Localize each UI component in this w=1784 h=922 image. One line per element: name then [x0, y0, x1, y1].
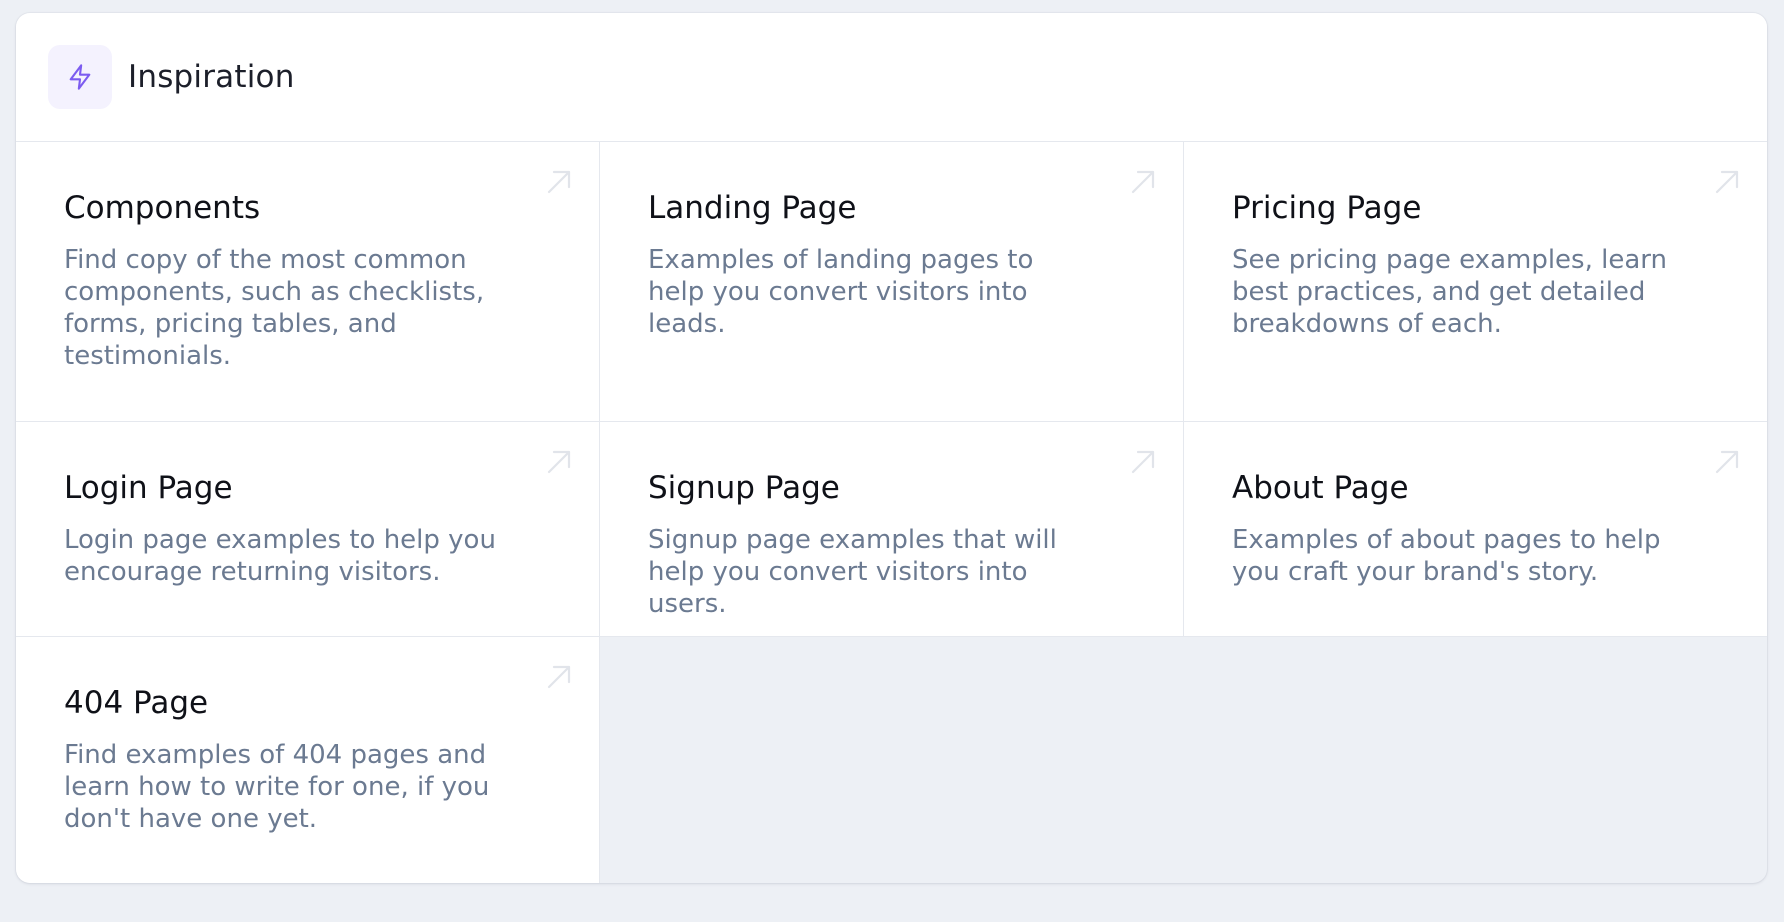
grid-divider	[16, 636, 1767, 637]
card-description: Find examples of 404 pages and learn how…	[64, 740, 490, 834]
card-title: Pricing Page	[1232, 190, 1422, 226]
card-title: Landing Page	[648, 190, 857, 226]
card-components[interactable]: Components Find copy of the most common …	[16, 142, 599, 421]
arrow-up-right-icon	[547, 665, 571, 689]
card-title: 404 Page	[64, 685, 209, 721]
card-title: About Page	[1232, 470, 1409, 506]
card-title: Signup Page	[648, 470, 840, 506]
grid-divider	[16, 421, 1767, 422]
card-signup-page[interactable]: Signup Page Signup page examples that wi…	[600, 422, 1183, 636]
card-description: Examples of landing pages to help you co…	[648, 245, 1034, 339]
arrow-up-right-icon	[1715, 170, 1739, 194]
arrow-up-right-icon	[547, 170, 571, 194]
grid-divider	[1183, 142, 1184, 636]
card-about-page[interactable]: About Page Examples of about pages to he…	[1184, 422, 1767, 636]
card-landing-page[interactable]: Landing Page Examples of landing pages t…	[600, 142, 1183, 421]
arrow-up-right-icon	[547, 450, 571, 474]
inspiration-panel: Inspiration Components Find copy of the …	[16, 13, 1767, 883]
panel-header: Inspiration	[16, 13, 1767, 142]
grid-divider	[599, 142, 600, 883]
arrow-up-right-icon	[1131, 450, 1155, 474]
card-description: See pricing page examples, learn best pr…	[1232, 245, 1667, 339]
arrow-up-right-icon	[1131, 170, 1155, 194]
card-description: Login page examples to help you encourag…	[64, 525, 496, 587]
card-description: Find copy of the most common components,…	[64, 245, 485, 371]
panel-title: Inspiration	[128, 59, 295, 95]
arrow-up-right-icon	[1715, 450, 1739, 474]
card-description: Signup page examples that will help you …	[648, 525, 1057, 619]
card-title: Login Page	[64, 470, 233, 506]
lightning-bolt-icon	[48, 45, 112, 109]
card-description: Examples of about pages to help you craf…	[1232, 525, 1661, 587]
card-title: Components	[64, 190, 261, 226]
card-login-page[interactable]: Login Page Login page examples to help y…	[16, 422, 599, 636]
card-pricing-page[interactable]: Pricing Page See pricing page examples, …	[1184, 142, 1767, 421]
card-404-page[interactable]: 404 Page Find examples of 404 pages and …	[16, 637, 599, 883]
